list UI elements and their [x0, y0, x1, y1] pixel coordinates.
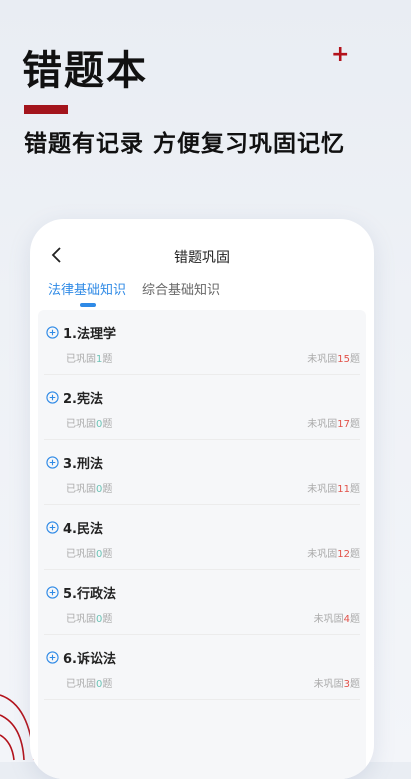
unit-label: 题	[350, 549, 360, 560]
todo-label: 未巩固	[307, 354, 338, 365]
unit-label: 题	[102, 354, 113, 365]
todo-number: 12	[337, 549, 350, 560]
item-name: 1.法理学	[63, 327, 116, 342]
item-name: 3.刑法	[63, 457, 103, 472]
page-subtitle: 错题有记录 方便复习巩固记忆	[24, 131, 346, 157]
list-item[interactable]: 2.宪法 已巩固0题 未巩固17题	[44, 375, 360, 440]
done-count: 已巩固0题	[66, 415, 112, 430]
item-head: 5.行政法	[46, 583, 116, 602]
done-count: 已巩固1题	[66, 350, 112, 365]
item-head: 3.刑法	[46, 453, 103, 472]
title-underline-bar	[24, 105, 68, 114]
item-name: 2.宪法	[63, 392, 103, 407]
item-head: 2.宪法	[46, 388, 103, 407]
list-item[interactable]: 3.刑法 已巩固0题 未巩固11题	[44, 440, 360, 505]
unit-label: 题	[102, 484, 113, 495]
done-label: 已巩固	[66, 419, 96, 430]
todo-count: 未巩固15题	[307, 350, 360, 365]
unit-label: 题	[102, 679, 113, 690]
list-item[interactable]: 5.行政法 已巩固0题 未巩固4题	[44, 570, 360, 635]
unit-label: 题	[102, 549, 113, 560]
active-tab-indicator	[80, 303, 96, 307]
done-label: 已巩固	[66, 484, 96, 495]
plus-circle-icon[interactable]	[46, 586, 59, 599]
done-count: 已巩固0题	[66, 480, 112, 495]
list-item[interactable]: 6.诉讼法 已巩固0题 未巩固3题	[44, 635, 360, 700]
todo-number: 11	[337, 484, 350, 495]
done-count: 已巩固0题	[66, 675, 112, 690]
todo-count: 未巩固12题	[307, 545, 360, 560]
todo-count: 未巩固11题	[307, 480, 360, 495]
todo-label: 未巩固	[307, 549, 338, 560]
todo-count: 未巩固4题	[314, 610, 360, 625]
unit-label: 题	[102, 614, 113, 625]
plus-circle-icon[interactable]	[46, 521, 59, 534]
tab-law-basics[interactable]: 法律基础知识	[48, 279, 126, 309]
item-head: 6.诉讼法	[46, 648, 116, 667]
todo-number: 17	[337, 419, 350, 430]
done-label: 已巩固	[66, 549, 96, 560]
todo-count: 未巩固17题	[307, 415, 360, 430]
todo-label: 未巩固	[307, 484, 338, 495]
todo-label: 未巩固	[313, 679, 344, 690]
phone-mockup: 错题巩固 法律基础知识 综合基础知识 1.法理学 已巩固1题 未巩固15题 2.…	[30, 219, 374, 779]
tab-general-basics[interactable]: 综合基础知识	[142, 279, 220, 309]
unit-label: 题	[350, 614, 360, 625]
item-head: 1.法理学	[46, 323, 116, 342]
done-count: 已巩固0题	[66, 545, 112, 560]
plus-decoration: +	[331, 42, 350, 67]
list-item[interactable]: 1.法理学 已巩固1题 未巩固15题	[44, 310, 360, 375]
unit-label: 题	[350, 419, 360, 430]
plus-circle-icon[interactable]	[46, 391, 59, 404]
done-label: 已巩固	[66, 614, 96, 625]
unit-label: 题	[102, 419, 113, 430]
done-count: 已巩固0题	[66, 610, 112, 625]
todo-count: 未巩固3题	[314, 675, 360, 690]
item-name: 6.诉讼法	[63, 652, 116, 667]
subject-list: 1.法理学 已巩固1题 未巩固15题 2.宪法 已巩固0题 未巩固17题 3.刑…	[38, 310, 366, 779]
item-head: 4.民法	[46, 518, 103, 537]
done-label: 已巩固	[66, 679, 96, 690]
tab-label: 法律基础知识	[48, 283, 127, 298]
todo-label: 未巩固	[307, 419, 338, 430]
item-name: 4.民法	[63, 522, 103, 537]
todo-label: 未巩固	[313, 614, 344, 625]
plus-circle-icon[interactable]	[46, 456, 59, 469]
unit-label: 题	[350, 679, 360, 690]
plus-circle-icon[interactable]	[46, 326, 59, 339]
tab-bar: 法律基础知识 综合基础知识	[30, 279, 374, 309]
unit-label: 题	[350, 354, 360, 365]
list-item[interactable]: 4.民法 已巩固0题 未巩固12题	[44, 505, 360, 570]
todo-number: 15	[337, 354, 350, 365]
item-name: 5.行政法	[63, 587, 116, 602]
page-title: 错题本	[22, 48, 148, 94]
plus-circle-icon[interactable]	[46, 651, 59, 664]
tab-label: 综合基础知识	[142, 283, 221, 298]
nav-bar: 错题巩固	[30, 239, 374, 279]
unit-label: 题	[350, 484, 360, 495]
done-label: 已巩固	[66, 354, 96, 365]
nav-title: 错题巩固	[174, 250, 230, 266]
